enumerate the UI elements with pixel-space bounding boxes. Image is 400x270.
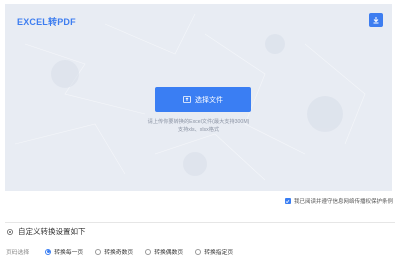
check-icon xyxy=(286,199,290,203)
download-icon xyxy=(373,17,379,24)
select-file-label: 选择文件 xyxy=(195,96,223,104)
format-hint: 支持xls、xlsx格式 xyxy=(177,127,220,133)
radio-label: 转换奇数页 xyxy=(104,250,134,256)
agreement-checkbox[interactable] xyxy=(284,198,291,204)
upload-hint: 请上传你要转换的Excel文件(最大支持300M) xyxy=(147,119,250,125)
radio-option-odd[interactable]: 转换奇数页 xyxy=(95,247,133,256)
divider xyxy=(5,222,395,223)
radio-option-custom[interactable]: 转换指定页 xyxy=(195,247,233,256)
agreement-label: 我已阅读并遵守信息网络传播权保护条例 xyxy=(293,199,393,205)
radio-option-all[interactable]: 转换每一页 xyxy=(45,247,83,256)
radio-button[interactable] xyxy=(45,248,52,255)
radio-button[interactable] xyxy=(195,248,202,255)
radio-label: 转换每一页 xyxy=(54,250,84,256)
agreement-checkbox-row[interactable]: 我已阅读并遵守信息网络传播权保护条例 xyxy=(284,197,393,205)
settings-header: 自定义转换设置如下 xyxy=(6,226,86,237)
page-select-label: 页码选择 xyxy=(6,250,30,256)
settings-title: 自定义转换设置如下 xyxy=(18,227,86,236)
radio-button[interactable] xyxy=(95,248,102,255)
page-select-row: 页码选择 转换每一页 转换奇数页 转换偶数页 转换指定页 xyxy=(6,247,245,256)
upload-icon xyxy=(183,96,191,103)
radio-button[interactable] xyxy=(145,248,152,255)
app-title: EXCEL转PDF xyxy=(17,17,76,27)
upload-dropzone[interactable]: EXCEL转PDF 选择文件 请上传你要转换的Excel文件(最大支持300M)… xyxy=(5,4,392,191)
radio-option-even[interactable]: 转换偶数页 xyxy=(145,247,183,256)
select-file-button[interactable]: 选择文件 xyxy=(155,87,251,112)
radio-label: 转换偶数页 xyxy=(154,250,184,256)
gear-icon xyxy=(7,228,13,235)
radio-label: 转换指定页 xyxy=(204,250,234,256)
download-button[interactable] xyxy=(369,13,383,27)
